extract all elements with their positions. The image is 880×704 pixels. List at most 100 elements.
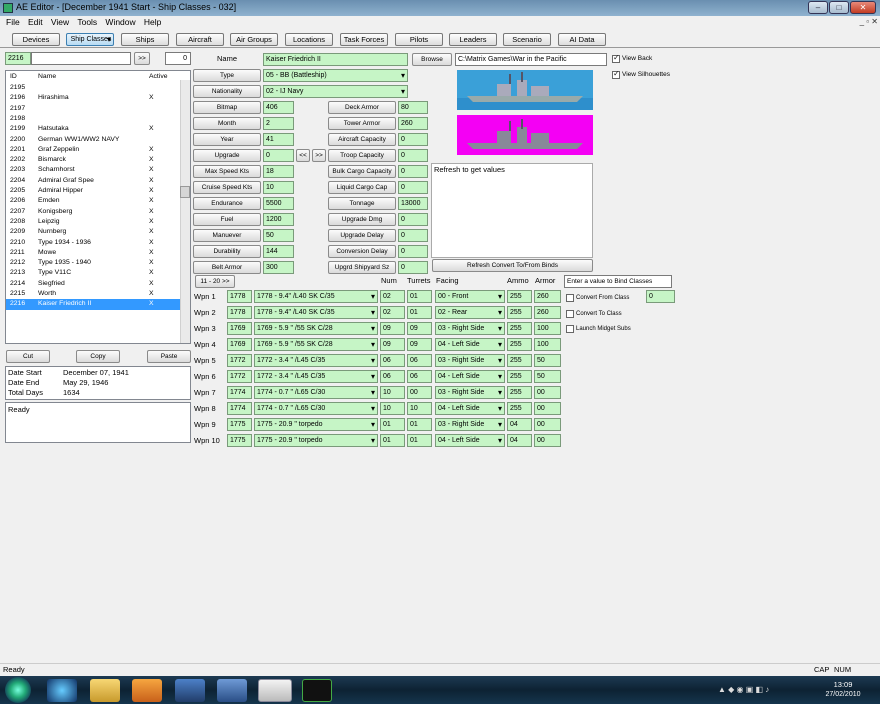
attr-button-deck-armor[interactable]: Deck Armor [328, 101, 396, 114]
weapon-ammo-input[interactable]: 255 [507, 290, 532, 303]
weapon-device-select[interactable]: 1778 - 9.4" /L40 SK C/35 [254, 306, 378, 319]
attr-input-year[interactable]: 41 [263, 133, 294, 146]
type-select[interactable]: 05 - BB (Battleship) [263, 69, 408, 82]
clock-time[interactable]: 13:09 [818, 680, 868, 689]
weapon-facing-select[interactable]: 03 - Right Side [435, 386, 505, 399]
attr-input-tower-armor[interactable]: 260 [398, 117, 428, 130]
attr-button-belt-armor[interactable]: Belt Armor [193, 261, 261, 274]
weapon-facing-select[interactable]: 04 - Left Side [435, 434, 505, 447]
list-item[interactable]: 2203 Scharnhorst X [6, 165, 181, 175]
list-item[interactable]: 2200 German WW1/WW2 NAVY [6, 135, 181, 145]
weapon-ammo-input[interactable]: 04 [507, 418, 532, 431]
weapon-facing-select[interactable]: 00 - Front [435, 290, 505, 303]
attr-button-upgrd-shipyard-sz[interactable]: Upgrd Shipyard Sz [328, 261, 396, 274]
weapon-device-select[interactable]: 1769 - 5.9 " /55 SK C/28 [254, 338, 378, 351]
list-item[interactable]: 2202 Bismarck X [6, 155, 181, 165]
tab-leaders[interactable]: Leaders [449, 33, 497, 46]
attr-button-tonnage[interactable]: Tonnage [328, 197, 396, 210]
weapon-id-input[interactable]: 1774 [227, 386, 252, 399]
list-scrollbar[interactable] [180, 80, 190, 343]
attr-input-manuever[interactable]: 50 [263, 229, 294, 242]
weapons-page-button[interactable]: 11 - 20 >> [195, 275, 235, 288]
weapon-ammo-input[interactable]: 255 [507, 402, 532, 415]
list-item[interactable]: 2205 Admiral Hipper X [6, 186, 181, 196]
search-input[interactable] [31, 52, 131, 65]
minimize-button[interactable]: – [808, 1, 828, 14]
weapon-facing-select[interactable]: 04 - Left Side [435, 370, 505, 383]
weapon-num-input[interactable]: 01 [380, 418, 405, 431]
attr-button-cruise-speed-kts[interactable]: Cruise Speed Kts [193, 181, 261, 194]
prev-upgrade-button[interactable]: << [296, 149, 310, 162]
ae-editor-taskbar-icon[interactable] [258, 679, 292, 702]
tab-ships[interactable]: Ships [121, 33, 169, 46]
convert-from-input[interactable]: 0 [646, 290, 675, 303]
internet-explorer-icon[interactable] [47, 679, 77, 702]
id-input[interactable]: 2216 [5, 52, 31, 65]
weapon-facing-select[interactable]: 03 - Right Side [435, 354, 505, 367]
weapon-ammo-input[interactable]: 255 [507, 322, 532, 335]
attr-input-month[interactable]: 2 [263, 117, 294, 130]
attr-button-tower-armor[interactable]: Tower Armor [328, 117, 396, 130]
attr-input-deck-armor[interactable]: 80 [398, 101, 428, 114]
convert-to-checkbox[interactable] [566, 310, 574, 318]
nationality-select[interactable]: 02 - IJ Navy [263, 85, 408, 98]
weapon-device-select[interactable]: 1772 - 3.4 " /L45 C/35 [254, 354, 378, 367]
weapon-ammo-input[interactable]: 255 [507, 306, 532, 319]
name-input[interactable]: Kaiser Friedrich II [263, 53, 408, 66]
weapon-turrets-input[interactable]: 06 [407, 370, 432, 383]
file-explorer-icon[interactable] [90, 679, 120, 702]
attr-button-liquid-cargo-cap[interactable]: Liquid Cargo Cap [328, 181, 396, 194]
list-item[interactable]: 2214 Siegfried X [6, 279, 181, 289]
menu-window[interactable]: Window [105, 16, 135, 28]
weapon-facing-select[interactable]: 03 - Right Side [435, 418, 505, 431]
weapon-armor-input[interactable]: 00 [534, 386, 561, 399]
weapon-ammo-input[interactable]: 04 [507, 434, 532, 447]
list-item[interactable]: 2197 [6, 104, 181, 114]
weapon-facing-select[interactable]: 03 - Right Side [435, 322, 505, 335]
weapon-turrets-input[interactable]: 01 [407, 434, 432, 447]
tab-devices[interactable]: Devices [12, 33, 60, 46]
attr-input-belt-armor[interactable]: 300 [263, 261, 294, 274]
start-button[interactable] [5, 677, 31, 703]
list-item[interactable]: 2196 Hirashima X [6, 93, 181, 103]
media-player-icon[interactable] [132, 679, 162, 702]
weapon-turrets-input[interactable]: 09 [407, 322, 432, 335]
weapon-facing-select[interactable]: 02 - Rear [435, 306, 505, 319]
weapon-id-input[interactable]: 1769 [227, 338, 252, 351]
menu-file[interactable]: File [6, 16, 20, 28]
weapon-turrets-input[interactable]: 01 [407, 418, 432, 431]
attr-input-aircraft-capacity[interactable]: 0 [398, 133, 428, 146]
list-item[interactable]: 2208 Leipzig X [6, 217, 181, 227]
mdi-controls[interactable]: _ ▫ ✕ [826, 17, 878, 29]
weapon-armor-input[interactable]: 00 [534, 402, 561, 415]
col-name-header[interactable]: Name [38, 72, 56, 82]
list-item[interactable]: 2199 Hatsutaka X [6, 124, 181, 134]
attr-button-manuever[interactable]: Manuever [193, 229, 261, 242]
attr-input-bulk-cargo-capacity[interactable]: 0 [398, 165, 428, 178]
weapon-num-input[interactable]: 10 [380, 402, 405, 415]
tab-aircraft[interactable]: Aircraft [176, 33, 224, 46]
weapon-num-input[interactable]: 06 [380, 370, 405, 383]
weapon-turrets-input[interactable]: 09 [407, 338, 432, 351]
weapon-num-input[interactable]: 01 [380, 434, 405, 447]
list-item[interactable]: 2211 Mowe X [6, 248, 181, 258]
tab-scenario[interactable]: Scenario [503, 33, 551, 46]
attr-button-bulk-cargo-capacity[interactable]: Bulk Cargo Capacity [328, 165, 396, 178]
attr-button-durability[interactable]: Durability [193, 245, 261, 258]
editor-icon[interactable] [217, 679, 247, 702]
attr-input-max-speed-kts[interactable]: 18 [263, 165, 294, 178]
tab-ai-data[interactable]: AI Data [558, 33, 606, 46]
type-button[interactable]: Type [193, 69, 261, 82]
attr-input-conversion-delay[interactable]: 0 [398, 245, 428, 258]
attr-input-upgrade-dmg[interactable]: 0 [398, 213, 428, 226]
list-item[interactable]: 2195 [6, 83, 181, 93]
weapon-num-input[interactable]: 06 [380, 354, 405, 367]
attr-input-upgrade[interactable]: 0 [263, 149, 294, 162]
weapon-id-input[interactable]: 1769 [227, 322, 252, 335]
weapon-num-input[interactable]: 09 [380, 322, 405, 335]
refresh-convert-button[interactable]: Refresh Convert To/From Binds [432, 259, 593, 272]
weapon-device-select[interactable]: 1774 - 0.7 " /L65 C/30 [254, 386, 378, 399]
col-active-header[interactable]: Active [149, 72, 168, 82]
maximize-button[interactable]: □ [829, 1, 849, 14]
list-item[interactable]: 2201 Graf Zeppelin X [6, 145, 181, 155]
